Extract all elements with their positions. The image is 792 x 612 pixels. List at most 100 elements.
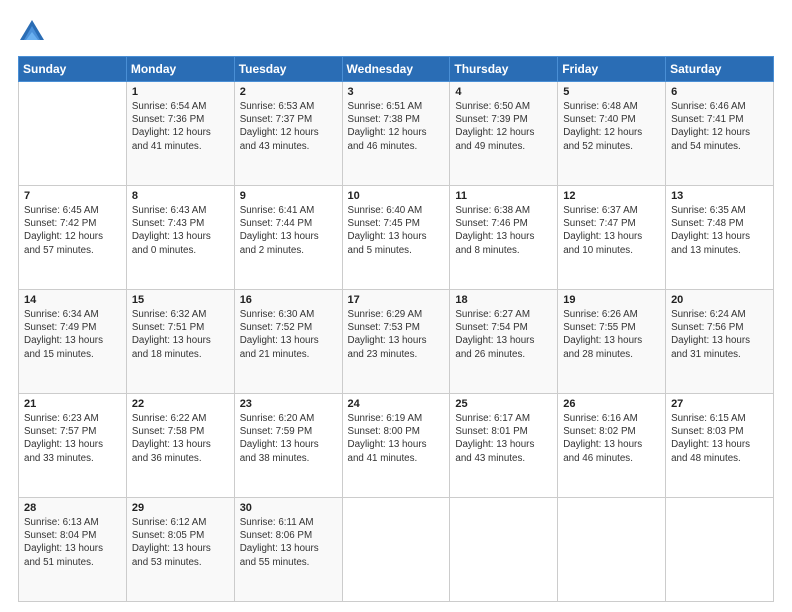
day-header-sunday: Sunday xyxy=(19,57,127,82)
logo xyxy=(18,18,49,46)
calendar-cell: 23 Sunrise: 6:20 AMSunset: 7:59 PMDayligh… xyxy=(234,394,342,498)
day-number: 13 xyxy=(671,190,768,202)
calendar-cell: 8 Sunrise: 6:43 AMSunset: 7:43 PMDaylight… xyxy=(126,186,234,290)
day-info: Sunrise: 6:48 AMSunset: 7:40 PMDaylight:… xyxy=(563,100,660,153)
day-number: 14 xyxy=(24,294,121,306)
calendar-week-row: 14Sunrise: 6:34 AMSunset: 7:49 PMDayligh… xyxy=(19,290,774,394)
day-info: Sunrise: 6:16 AMSunset: 8:02 PMDaylight:… xyxy=(563,412,660,465)
calendar-cell: 27 Sunrise: 6:15 AMSunset: 8:03 PMDayligh… xyxy=(666,394,774,498)
day-number: 12 xyxy=(563,190,660,202)
calendar-table: SundayMondayTuesdayWednesdayThursdayFrid… xyxy=(18,56,774,602)
calendar-cell: 28 Sunrise: 6:13 AMSunset: 8:04 PMDayligh… xyxy=(19,498,127,602)
calendar-cell: 18 Sunrise: 6:27 AMSunset: 7:54 PMDayligh… xyxy=(450,290,558,394)
day-info: Sunrise: 6:20 AMSunset: 7:59 PMDaylight:… xyxy=(240,412,337,465)
calendar-week-row: 1 Sunrise: 6:54 AMSunset: 7:36 PMDaylight… xyxy=(19,82,774,186)
day-info: Sunrise: 6:43 AMSunset: 7:43 PMDaylight:… xyxy=(132,204,229,257)
calendar-cell: 14Sunrise: 6:34 AMSunset: 7:49 PMDayligh… xyxy=(19,290,127,394)
calendar-cell xyxy=(342,498,450,602)
day-info: Sunrise: 6:30 AMSunset: 7:52 PMDaylight:… xyxy=(240,308,337,361)
calendar-cell: 5 Sunrise: 6:48 AMSunset: 7:40 PMDaylight… xyxy=(558,82,666,186)
calendar-cell xyxy=(450,498,558,602)
day-info: Sunrise: 6:27 AMSunset: 7:54 PMDaylight:… xyxy=(455,308,552,361)
day-number: 27 xyxy=(671,398,768,410)
calendar-cell: 20 Sunrise: 6:24 AMSunset: 7:56 PMDayligh… xyxy=(666,290,774,394)
day-info: Sunrise: 6:45 AMSunset: 7:42 PMDaylight:… xyxy=(24,204,121,257)
calendar-cell: 22 Sunrise: 6:22 AMSunset: 7:58 PMDayligh… xyxy=(126,394,234,498)
day-info: Sunrise: 6:19 AMSunset: 8:00 PMDaylight:… xyxy=(348,412,445,465)
day-number: 1 xyxy=(132,86,229,98)
day-number: 19 xyxy=(563,294,660,306)
day-number: 28 xyxy=(24,502,121,514)
day-number: 3 xyxy=(348,86,445,98)
day-info: Sunrise: 6:32 AMSunset: 7:51 PMDaylight:… xyxy=(132,308,229,361)
calendar-header-row: SundayMondayTuesdayWednesdayThursdayFrid… xyxy=(19,57,774,82)
day-number: 15 xyxy=(132,294,229,306)
day-number: 30 xyxy=(240,502,337,514)
calendar-cell: 7Sunrise: 6:45 AMSunset: 7:42 PMDaylight… xyxy=(19,186,127,290)
day-info: Sunrise: 6:24 AMSunset: 7:56 PMDaylight:… xyxy=(671,308,768,361)
calendar-cell xyxy=(666,498,774,602)
day-header-thursday: Thursday xyxy=(450,57,558,82)
day-number: 6 xyxy=(671,86,768,98)
calendar-cell: 11 Sunrise: 6:38 AMSunset: 7:46 PMDayligh… xyxy=(450,186,558,290)
calendar-cell xyxy=(558,498,666,602)
day-number: 25 xyxy=(455,398,552,410)
day-number: 21 xyxy=(24,398,121,410)
day-header-saturday: Saturday xyxy=(666,57,774,82)
day-info: Sunrise: 6:41 AMSunset: 7:44 PMDaylight:… xyxy=(240,204,337,257)
day-info: Sunrise: 6:46 AMSunset: 7:41 PMDaylight:… xyxy=(671,100,768,153)
day-info: Sunrise: 6:29 AMSunset: 7:53 PMDaylight:… xyxy=(348,308,445,361)
day-number: 2 xyxy=(240,86,337,98)
day-info: Sunrise: 6:12 AMSunset: 8:05 PMDaylight:… xyxy=(132,516,229,569)
day-info: Sunrise: 6:23 AMSunset: 7:57 PMDaylight:… xyxy=(24,412,121,465)
calendar-cell: 30 Sunrise: 6:11 AMSunset: 8:06 PMDayligh… xyxy=(234,498,342,602)
calendar-cell: 21 Sunrise: 6:23 AMSunset: 7:57 PMDayligh… xyxy=(19,394,127,498)
day-number: 16 xyxy=(240,294,337,306)
calendar-week-row: 7Sunrise: 6:45 AMSunset: 7:42 PMDaylight… xyxy=(19,186,774,290)
calendar-week-row: 28 Sunrise: 6:13 AMSunset: 8:04 PMDayligh… xyxy=(19,498,774,602)
day-info: Sunrise: 6:54 AMSunset: 7:36 PMDaylight:… xyxy=(132,100,229,153)
day-number: 24 xyxy=(348,398,445,410)
day-number: 8 xyxy=(132,190,229,202)
calendar-cell: 1 Sunrise: 6:54 AMSunset: 7:36 PMDaylight… xyxy=(126,82,234,186)
calendar-cell: 26 Sunrise: 6:16 AMSunset: 8:02 PMDayligh… xyxy=(558,394,666,498)
day-info: Sunrise: 6:37 AMSunset: 7:47 PMDaylight:… xyxy=(563,204,660,257)
day-info: Sunrise: 6:13 AMSunset: 8:04 PMDaylight:… xyxy=(24,516,121,569)
calendar-cell: 2 Sunrise: 6:53 AMSunset: 7:37 PMDaylight… xyxy=(234,82,342,186)
calendar-cell: 13 Sunrise: 6:35 AMSunset: 7:48 PMDayligh… xyxy=(666,186,774,290)
day-info: Sunrise: 6:40 AMSunset: 7:45 PMDaylight:… xyxy=(348,204,445,257)
day-info: Sunrise: 6:22 AMSunset: 7:58 PMDaylight:… xyxy=(132,412,229,465)
calendar-cell: 19 Sunrise: 6:26 AMSunset: 7:55 PMDayligh… xyxy=(558,290,666,394)
day-number: 5 xyxy=(563,86,660,98)
day-number: 18 xyxy=(455,294,552,306)
page: SundayMondayTuesdayWednesdayThursdayFrid… xyxy=(0,0,792,612)
logo-icon xyxy=(18,18,46,46)
calendar-cell: 12 Sunrise: 6:37 AMSunset: 7:47 PMDayligh… xyxy=(558,186,666,290)
day-info: Sunrise: 6:53 AMSunset: 7:37 PMDaylight:… xyxy=(240,100,337,153)
day-info: Sunrise: 6:15 AMSunset: 8:03 PMDaylight:… xyxy=(671,412,768,465)
calendar-cell xyxy=(19,82,127,186)
day-number: 20 xyxy=(671,294,768,306)
day-number: 4 xyxy=(455,86,552,98)
day-header-monday: Monday xyxy=(126,57,234,82)
calendar-cell: 4 Sunrise: 6:50 AMSunset: 7:39 PMDaylight… xyxy=(450,82,558,186)
day-number: 23 xyxy=(240,398,337,410)
day-number: 11 xyxy=(455,190,552,202)
calendar-cell: 3Sunrise: 6:51 AMSunset: 7:38 PMDaylight… xyxy=(342,82,450,186)
day-number: 26 xyxy=(563,398,660,410)
calendar-cell: 29Sunrise: 6:12 AMSunset: 8:05 PMDayligh… xyxy=(126,498,234,602)
day-info: Sunrise: 6:11 AMSunset: 8:06 PMDaylight:… xyxy=(240,516,337,569)
header xyxy=(18,18,774,46)
calendar-cell: 25Sunrise: 6:17 AMSunset: 8:01 PMDayligh… xyxy=(450,394,558,498)
day-header-wednesday: Wednesday xyxy=(342,57,450,82)
day-header-friday: Friday xyxy=(558,57,666,82)
calendar-week-row: 21 Sunrise: 6:23 AMSunset: 7:57 PMDayligh… xyxy=(19,394,774,498)
day-info: Sunrise: 6:26 AMSunset: 7:55 PMDaylight:… xyxy=(563,308,660,361)
calendar-cell: 17Sunrise: 6:29 AMSunset: 7:53 PMDayligh… xyxy=(342,290,450,394)
calendar-cell: 24 Sunrise: 6:19 AMSunset: 8:00 PMDayligh… xyxy=(342,394,450,498)
day-number: 22 xyxy=(132,398,229,410)
day-info: Sunrise: 6:38 AMSunset: 7:46 PMDaylight:… xyxy=(455,204,552,257)
calendar-cell: 16 Sunrise: 6:30 AMSunset: 7:52 PMDayligh… xyxy=(234,290,342,394)
day-info: Sunrise: 6:50 AMSunset: 7:39 PMDaylight:… xyxy=(455,100,552,153)
day-info: Sunrise: 6:35 AMSunset: 7:48 PMDaylight:… xyxy=(671,204,768,257)
